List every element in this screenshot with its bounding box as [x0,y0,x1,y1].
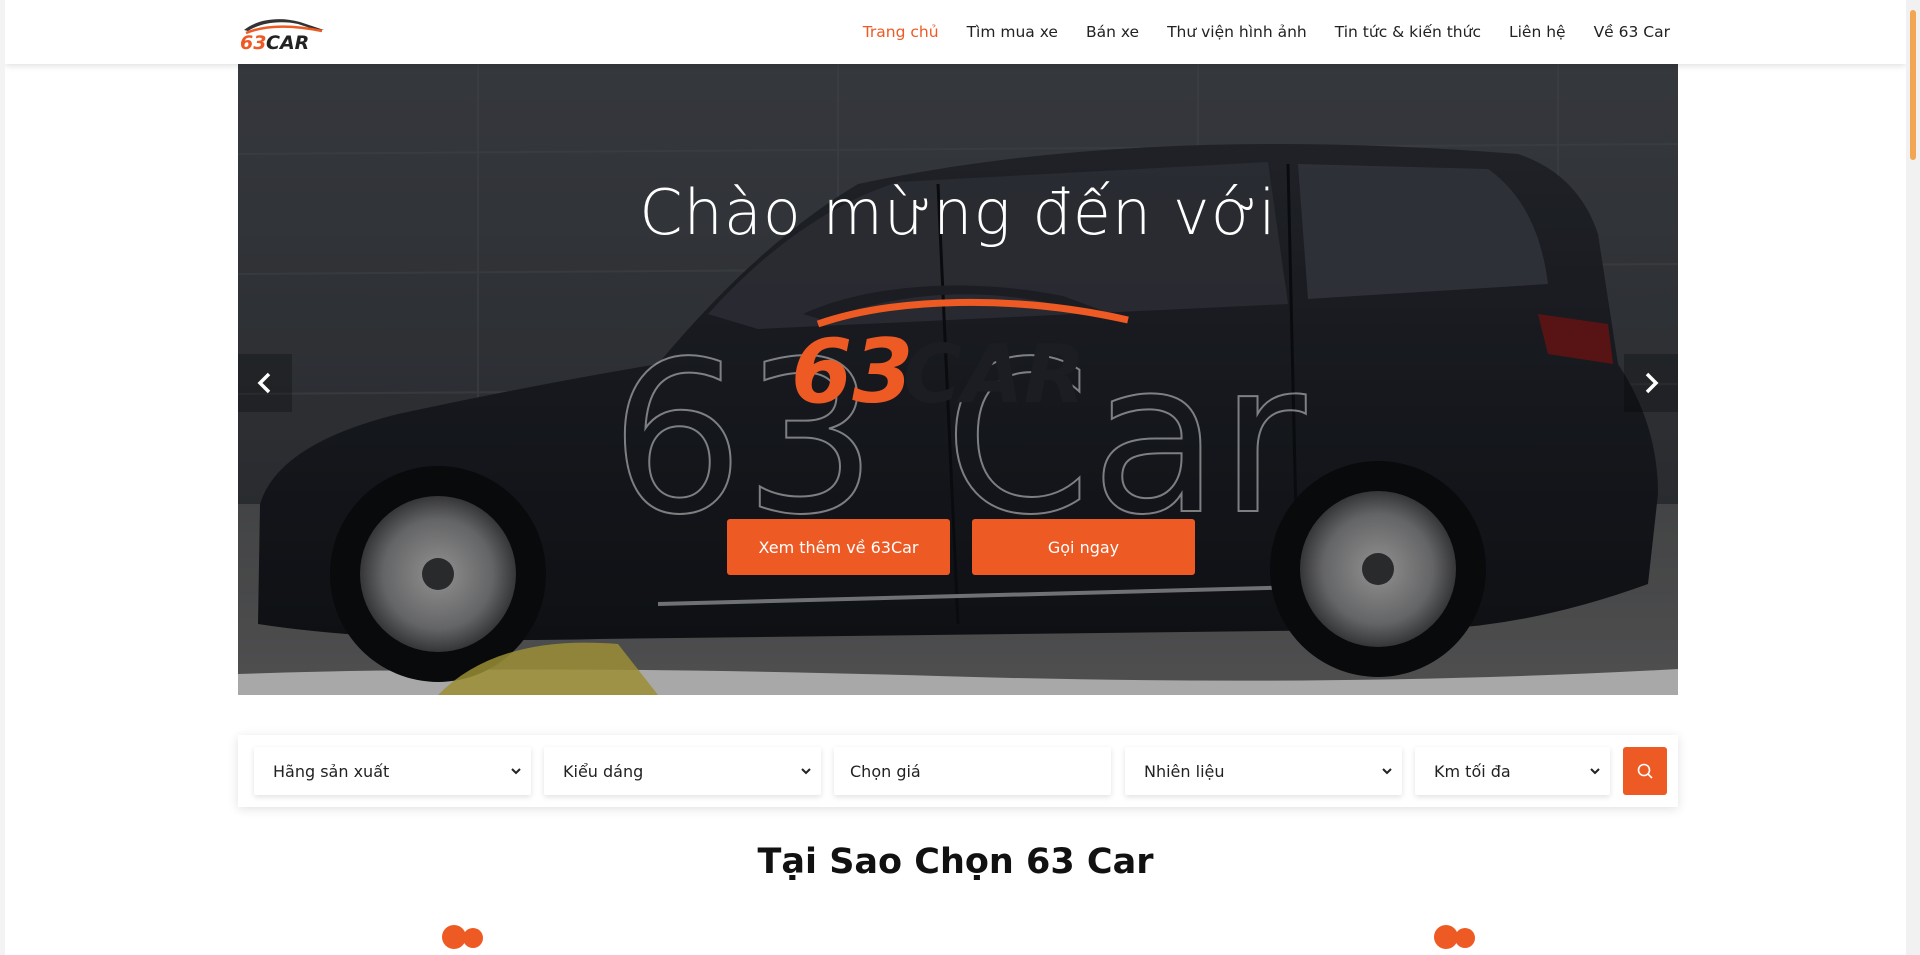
svg-text:CAR: CAR [903,328,1085,416]
search-button[interactable] [1623,747,1667,795]
manufacturer-select-value: Hãng sản xuất [273,761,390,781]
chevron-left-icon [257,372,271,394]
chevron-down-icon [1382,768,1392,775]
hero-logo: 63 CAR [791,285,1129,416]
page: 63 CAR Trang chủ Tìm mua xe Bán xe Thư v… [5,0,1906,955]
car-search-bar: Hãng sản xuất Kiểu dáng Chọn giá Nhiên l… [238,735,1678,807]
price-picker[interactable]: Chọn giá [834,747,1111,795]
nav-item-sell[interactable]: Bán xe [1086,23,1139,41]
scrollbar-thumb[interactable] [1910,10,1916,160]
price-picker-value: Chọn giá [850,761,921,781]
site-logo[interactable]: 63 CAR [238,14,328,52]
nav-item-buy[interactable]: Tìm mua xe [967,23,1058,41]
logo-text-63: 63 [240,32,266,52]
nav-item-contact[interactable]: Liên hệ [1509,23,1566,41]
site-header: 63 CAR Trang chủ Tìm mua xe Bán xe Thư v… [5,0,1906,64]
chevron-down-icon [1590,768,1600,775]
nav-item-news[interactable]: Tin tức & kiến thức [1335,23,1481,41]
logo-text-car: CAR [266,32,309,52]
chevron-down-icon [511,768,521,775]
main-nav: Trang chủ Tìm mua xe Bán xe Thư viện hìn… [863,0,1670,64]
feature-icon-left [442,925,483,949]
slider-prev-button[interactable] [238,354,292,412]
nav-item-gallery[interactable]: Thư viện hình ảnh [1167,23,1307,41]
body-type-select-value: Kiểu dáng [563,761,644,781]
hero-slider: Chào mừng đến với 63 Car 63 CAR Xem thêm… [238,64,1678,695]
page-scrollbar[interactable] [1906,0,1920,955]
feature-icon-right [1434,925,1475,949]
learn-more-button[interactable]: Xem thêm về 63Car [727,519,950,575]
slider-next-button[interactable] [1624,354,1678,412]
call-now-button[interactable]: Gọi ngay [972,519,1195,575]
max-km-select[interactable]: Km tối đa [1415,747,1610,795]
manufacturer-select[interactable]: Hãng sản xuất [254,747,531,795]
body-type-select[interactable]: Kiểu dáng [544,747,821,795]
nav-item-about[interactable]: Về 63 Car [1594,23,1670,41]
nav-item-home[interactable]: Trang chủ [863,23,939,41]
chevron-right-icon [1645,372,1659,394]
search-icon [1637,763,1653,779]
svg-text:63: 63 [791,320,913,416]
max-km-select-value: Km tối đa [1434,761,1511,781]
why-choose-title: Tại Sao Chọn 63 Car [757,842,1154,882]
chevron-down-icon [801,768,811,775]
fuel-select-value: Nhiên liệu [1144,761,1225,781]
hero-title: Chào mừng đến với [639,176,1277,249]
fuel-select[interactable]: Nhiên liệu [1125,747,1402,795]
